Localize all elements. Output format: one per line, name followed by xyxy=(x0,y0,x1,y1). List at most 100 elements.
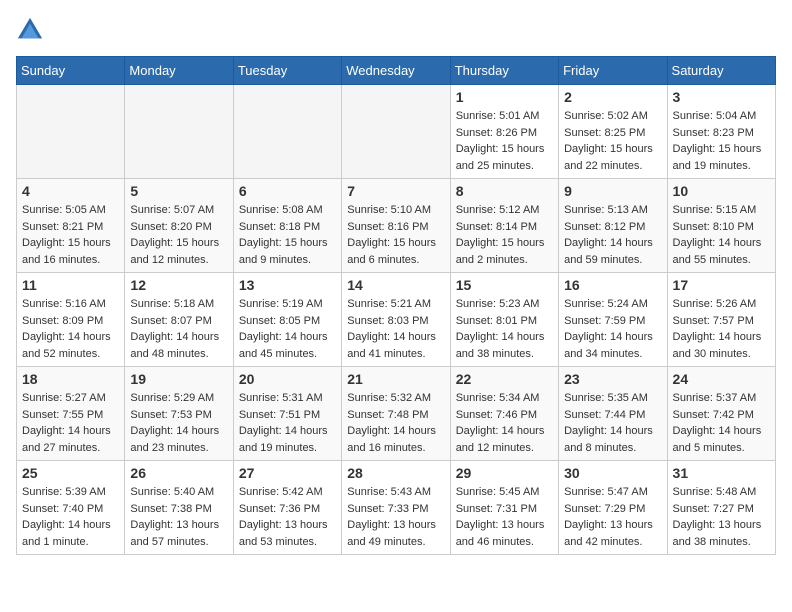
calendar-week-row: 1 Sunrise: 5:01 AM Sunset: 8:26 PM Daylig… xyxy=(17,85,776,179)
day-number: 14 xyxy=(347,277,444,293)
calendar-week-row: 18 Sunrise: 5:27 AM Sunset: 7:55 PM Dayli… xyxy=(17,367,776,461)
calendar-cell: 31Sunrise: 5:48 AM Sunset: 7:27 PM Dayli… xyxy=(667,461,775,555)
day-info: Sunrise: 5:43 AM Sunset: 7:33 PM Dayligh… xyxy=(347,484,444,550)
day-number: 13 xyxy=(239,277,336,293)
weekday-header: Thursday xyxy=(450,57,558,85)
calendar-cell: 1 Sunrise: 5:01 AM Sunset: 8:26 PM Daylig… xyxy=(450,85,558,179)
calendar-cell: 28 Sunrise: 5:43 AM Sunset: 7:33 PM Dayli… xyxy=(342,461,450,555)
calendar-cell: 27 Sunrise: 5:42 AM Sunset: 7:36 PM Dayli… xyxy=(233,461,341,555)
calendar-cell: 19Sunrise: 5:29 AM Sunset: 7:53 PM Dayli… xyxy=(125,367,233,461)
calendar-week-row: 11Sunrise: 5:16 AM Sunset: 8:09 PM Dayli… xyxy=(17,273,776,367)
day-number: 15 xyxy=(456,277,553,293)
calendar-cell: 10 Sunrise: 5:15 AM Sunset: 8:10 PM Dayli… xyxy=(667,179,775,273)
day-info: Sunrise: 5:34 AM Sunset: 7:46 PM Dayligh… xyxy=(456,390,553,456)
day-number: 26 xyxy=(130,465,227,481)
calendar-cell: 8 Sunrise: 5:12 AM Sunset: 8:14 PM Daylig… xyxy=(450,179,558,273)
calendar-cell: 16Sunrise: 5:24 AM Sunset: 7:59 PM Dayli… xyxy=(559,273,667,367)
calendar-cell: 3 Sunrise: 5:04 AM Sunset: 8:23 PM Daylig… xyxy=(667,85,775,179)
day-info: Sunrise: 5:18 AM Sunset: 8:07 PM Dayligh… xyxy=(130,296,227,362)
calendar-cell xyxy=(17,85,125,179)
weekday-header: Sunday xyxy=(17,57,125,85)
day-info: Sunrise: 5:31 AM Sunset: 7:51 PM Dayligh… xyxy=(239,390,336,456)
day-info: Sunrise: 5:10 AM Sunset: 8:16 PM Dayligh… xyxy=(347,202,444,268)
calendar-cell: 9 Sunrise: 5:13 AM Sunset: 8:12 PM Daylig… xyxy=(559,179,667,273)
calendar-cell: 2 Sunrise: 5:02 AM Sunset: 8:25 PM Daylig… xyxy=(559,85,667,179)
day-number: 18 xyxy=(22,371,119,387)
day-number: 16 xyxy=(564,277,661,293)
calendar-cell: 6Sunrise: 5:08 AM Sunset: 8:18 PM Daylig… xyxy=(233,179,341,273)
day-number: 22 xyxy=(456,371,553,387)
day-number: 30 xyxy=(564,465,661,481)
calendar: SundayMondayTuesdayWednesdayThursdayFrid… xyxy=(16,56,776,555)
day-info: Sunrise: 5:12 AM Sunset: 8:14 PM Dayligh… xyxy=(456,202,553,268)
calendar-cell xyxy=(342,85,450,179)
calendar-cell xyxy=(233,85,341,179)
calendar-cell: 14 Sunrise: 5:21 AM Sunset: 8:03 PM Dayli… xyxy=(342,273,450,367)
day-info: Sunrise: 5:19 AM Sunset: 8:05 PM Dayligh… xyxy=(239,296,336,362)
calendar-cell: 17Sunrise: 5:26 AM Sunset: 7:57 PM Dayli… xyxy=(667,273,775,367)
calendar-header-row: SundayMondayTuesdayWednesdayThursdayFrid… xyxy=(17,57,776,85)
calendar-cell: 18 Sunrise: 5:27 AM Sunset: 7:55 PM Dayli… xyxy=(17,367,125,461)
calendar-cell: 12 Sunrise: 5:18 AM Sunset: 8:07 PM Dayli… xyxy=(125,273,233,367)
calendar-cell: 24 Sunrise: 5:37 AM Sunset: 7:42 PM Dayli… xyxy=(667,367,775,461)
calendar-cell: 11Sunrise: 5:16 AM Sunset: 8:09 PM Dayli… xyxy=(17,273,125,367)
calendar-cell: 13 Sunrise: 5:19 AM Sunset: 8:05 PM Dayli… xyxy=(233,273,341,367)
day-info: Sunrise: 5:40 AM Sunset: 7:38 PM Dayligh… xyxy=(130,484,227,550)
day-info: Sunrise: 5:45 AM Sunset: 7:31 PM Dayligh… xyxy=(456,484,553,550)
calendar-cell: 22 Sunrise: 5:34 AM Sunset: 7:46 PM Dayli… xyxy=(450,367,558,461)
day-info: Sunrise: 5:48 AM Sunset: 7:27 PM Dayligh… xyxy=(673,484,770,550)
logo xyxy=(16,16,48,44)
day-number: 17 xyxy=(673,277,770,293)
day-info: Sunrise: 5:23 AM Sunset: 8:01 PM Dayligh… xyxy=(456,296,553,362)
day-number: 8 xyxy=(456,183,553,199)
calendar-cell: 26 Sunrise: 5:40 AM Sunset: 7:38 PM Dayli… xyxy=(125,461,233,555)
calendar-cell: 29 Sunrise: 5:45 AM Sunset: 7:31 PM Dayli… xyxy=(450,461,558,555)
day-number: 10 xyxy=(673,183,770,199)
day-number: 1 xyxy=(456,89,553,105)
weekday-header: Tuesday xyxy=(233,57,341,85)
day-info: Sunrise: 5:35 AM Sunset: 7:44 PM Dayligh… xyxy=(564,390,661,456)
calendar-cell: 15 Sunrise: 5:23 AM Sunset: 8:01 PM Dayli… xyxy=(450,273,558,367)
day-info: Sunrise: 5:21 AM Sunset: 8:03 PM Dayligh… xyxy=(347,296,444,362)
day-number: 27 xyxy=(239,465,336,481)
calendar-week-row: 25 Sunrise: 5:39 AM Sunset: 7:40 PM Dayli… xyxy=(17,461,776,555)
calendar-cell: 25 Sunrise: 5:39 AM Sunset: 7:40 PM Dayli… xyxy=(17,461,125,555)
day-info: Sunrise: 5:05 AM Sunset: 8:21 PM Dayligh… xyxy=(22,202,119,268)
weekday-header: Monday xyxy=(125,57,233,85)
page-header xyxy=(16,16,776,44)
calendar-cell: 23 Sunrise: 5:35 AM Sunset: 7:44 PM Dayli… xyxy=(559,367,667,461)
day-info: Sunrise: 5:15 AM Sunset: 8:10 PM Dayligh… xyxy=(673,202,770,268)
day-info: Sunrise: 5:47 AM Sunset: 7:29 PM Dayligh… xyxy=(564,484,661,550)
day-number: 2 xyxy=(564,89,661,105)
day-number: 5 xyxy=(130,183,227,199)
day-info: Sunrise: 5:08 AM Sunset: 8:18 PM Dayligh… xyxy=(239,202,336,268)
calendar-cell: 21Sunrise: 5:32 AM Sunset: 7:48 PM Dayli… xyxy=(342,367,450,461)
day-number: 3 xyxy=(673,89,770,105)
day-info: Sunrise: 5:01 AM Sunset: 8:26 PM Dayligh… xyxy=(456,108,553,174)
calendar-cell: 4 Sunrise: 5:05 AM Sunset: 8:21 PM Daylig… xyxy=(17,179,125,273)
day-info: Sunrise: 5:39 AM Sunset: 7:40 PM Dayligh… xyxy=(22,484,119,550)
day-info: Sunrise: 5:42 AM Sunset: 7:36 PM Dayligh… xyxy=(239,484,336,550)
day-number: 20 xyxy=(239,371,336,387)
day-number: 9 xyxy=(564,183,661,199)
day-number: 24 xyxy=(673,371,770,387)
calendar-cell: 7Sunrise: 5:10 AM Sunset: 8:16 PM Daylig… xyxy=(342,179,450,273)
day-info: Sunrise: 5:04 AM Sunset: 8:23 PM Dayligh… xyxy=(673,108,770,174)
day-number: 28 xyxy=(347,465,444,481)
calendar-cell: 5Sunrise: 5:07 AM Sunset: 8:20 PM Daylig… xyxy=(125,179,233,273)
day-number: 4 xyxy=(22,183,119,199)
weekday-header: Friday xyxy=(559,57,667,85)
logo-icon xyxy=(16,16,44,44)
calendar-cell: 30 Sunrise: 5:47 AM Sunset: 7:29 PM Dayli… xyxy=(559,461,667,555)
day-info: Sunrise: 5:37 AM Sunset: 7:42 PM Dayligh… xyxy=(673,390,770,456)
day-number: 23 xyxy=(564,371,661,387)
calendar-week-row: 4 Sunrise: 5:05 AM Sunset: 8:21 PM Daylig… xyxy=(17,179,776,273)
day-number: 12 xyxy=(130,277,227,293)
day-info: Sunrise: 5:02 AM Sunset: 8:25 PM Dayligh… xyxy=(564,108,661,174)
day-number: 21 xyxy=(347,371,444,387)
weekday-header: Saturday xyxy=(667,57,775,85)
day-info: Sunrise: 5:13 AM Sunset: 8:12 PM Dayligh… xyxy=(564,202,661,268)
day-number: 29 xyxy=(456,465,553,481)
day-info: Sunrise: 5:27 AM Sunset: 7:55 PM Dayligh… xyxy=(22,390,119,456)
day-number: 25 xyxy=(22,465,119,481)
